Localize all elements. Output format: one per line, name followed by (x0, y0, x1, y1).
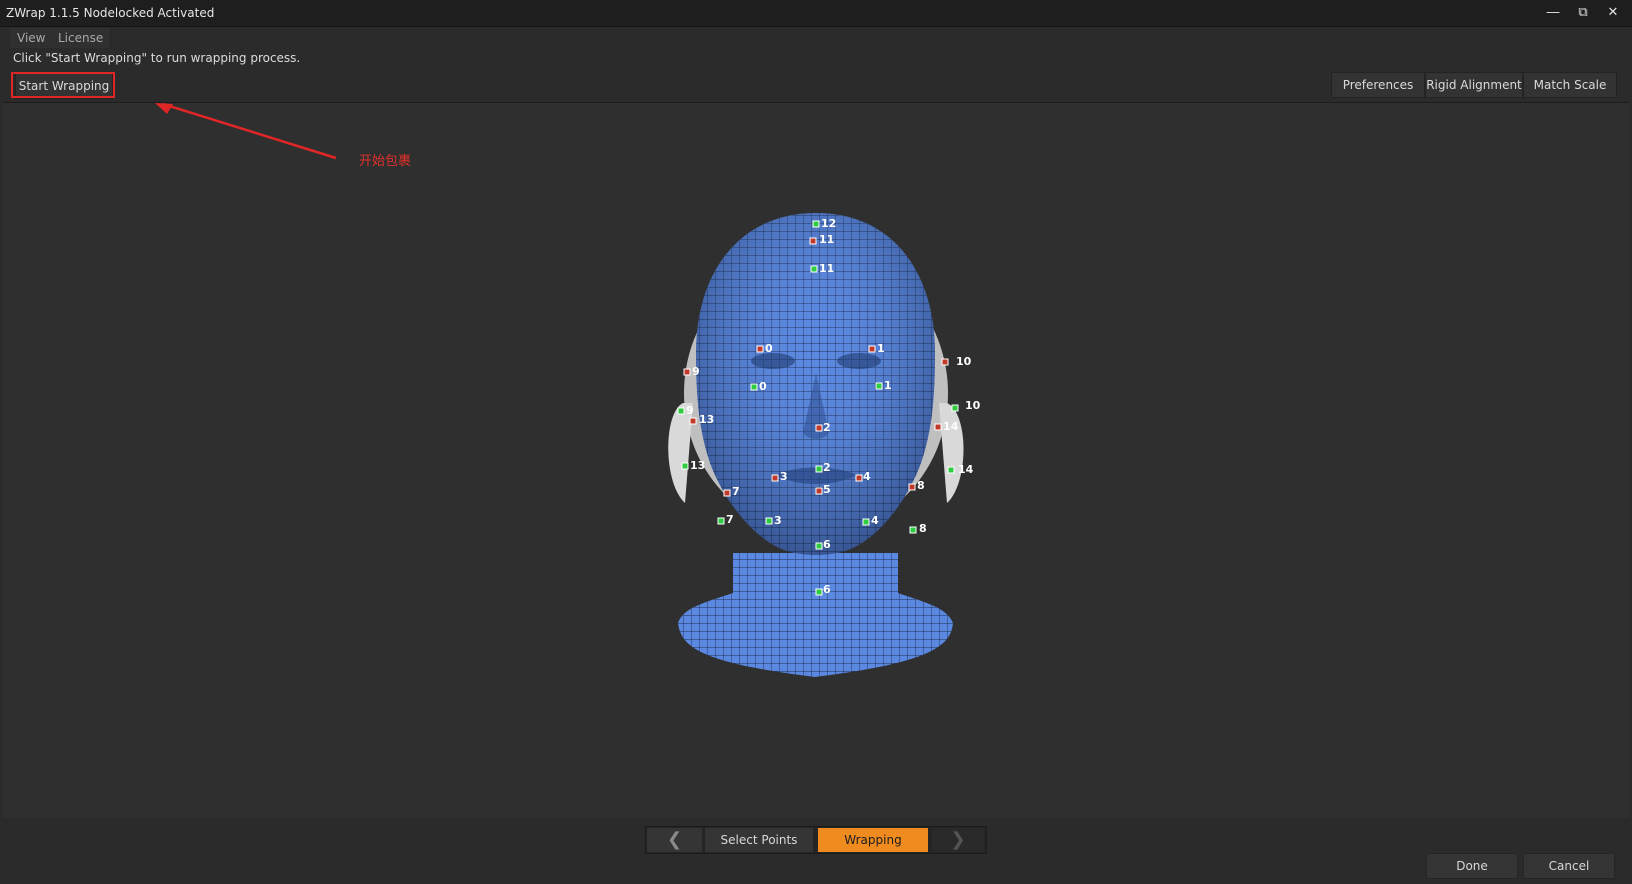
marker-point (723, 489, 731, 497)
marker-label: 13 (690, 459, 705, 472)
marker-point (934, 423, 942, 431)
marker-label: 7 (726, 513, 734, 526)
marker-point (717, 517, 725, 525)
marker-label: 6 (823, 538, 831, 551)
marker-point (750, 383, 758, 391)
marker-label: 14 (958, 463, 974, 476)
marker-label: 5 (823, 483, 831, 496)
marker-label: 12 (821, 217, 836, 230)
marker-point (689, 417, 697, 425)
marker-label: 8 (917, 479, 925, 492)
marker-label: 9 (692, 365, 700, 378)
marker-label: 11 (819, 233, 834, 246)
marker-point (951, 404, 959, 412)
marker-label: 4 (871, 514, 879, 527)
step-wrapping[interactable]: Wrapping (818, 828, 928, 852)
left-eye (751, 353, 795, 369)
marker-point (765, 517, 773, 525)
marker-label: 2 (823, 421, 831, 434)
marker-point (815, 542, 823, 550)
marker-point (683, 368, 691, 376)
marker-point (810, 265, 818, 273)
marker-point (815, 487, 823, 495)
marker-label: 9 (686, 404, 694, 417)
marker-label: 0 (765, 342, 773, 355)
marker-point (677, 407, 685, 415)
3d-viewport[interactable]: 12 11 11 0 1 0 1 9 10 9 10 13 14 2 2 3 4… (3, 102, 1629, 820)
right-eye (837, 353, 881, 369)
marker-point (941, 358, 949, 366)
annotation-arrow (155, 103, 337, 160)
marker-point (756, 345, 764, 353)
step-select-points[interactable]: Select Points (705, 828, 813, 852)
marker-label: 2 (823, 461, 831, 474)
rigid-alignment-button[interactable]: Rigid Alignment (1425, 72, 1523, 98)
chevron-right-icon[interactable]: ❯ (932, 828, 984, 852)
marker-label: 3 (780, 470, 788, 483)
marker-point (855, 474, 863, 482)
marker-point (681, 462, 689, 470)
marker-label: 14 (943, 420, 959, 433)
marker-label: 11 (819, 262, 834, 275)
marker-point (815, 465, 823, 473)
marker-point (815, 424, 823, 432)
title-bar: ZWrap 1.1.5 Nodelocked Activated ― ⧉ ✕ (0, 0, 1632, 27)
marker-label: 1 (884, 379, 892, 392)
marker-point (947, 466, 955, 474)
marker-label: 13 (699, 413, 714, 426)
chevron-left-icon[interactable]: ❮ (647, 828, 702, 852)
minimize-icon[interactable]: ― (1540, 3, 1566, 23)
marker-point (812, 220, 820, 228)
marker-label: 1 (877, 342, 885, 355)
marker-label: 6 (823, 583, 831, 596)
marker-point (875, 382, 883, 390)
menu-view[interactable]: View (10, 28, 54, 48)
marker-point (809, 237, 817, 245)
marker-label: 7 (732, 485, 740, 498)
marker-label: 0 (759, 380, 767, 393)
marker-label: 4 (863, 470, 871, 483)
marker-point (815, 588, 823, 596)
marker-point (868, 345, 876, 353)
marker-label: 10 (965, 399, 981, 412)
cancel-button[interactable]: Cancel (1523, 853, 1615, 879)
marker-label: 3 (774, 514, 782, 527)
match-scale-button[interactable]: Match Scale (1523, 72, 1617, 98)
step-navigator: ❮ Select Points Wrapping ❯ (645, 826, 987, 854)
annotation-label: 开始包裹 (359, 154, 412, 169)
right-ear (939, 403, 964, 503)
left-ear (668, 403, 693, 503)
marker-point (862, 518, 870, 526)
menu-license[interactable]: License (51, 28, 112, 48)
head-model-view: 12 11 11 0 1 0 1 9 10 9 10 13 14 2 2 3 4… (668, 213, 981, 677)
marker-point (909, 526, 917, 534)
preferences-button[interactable]: Preferences (1331, 72, 1425, 98)
marker-point (908, 483, 916, 491)
instruction-text: Click "Start Wrapping" to run wrapping p… (13, 51, 301, 65)
restore-icon[interactable]: ⧉ (1570, 3, 1596, 23)
annotation-highlight-box (11, 72, 115, 98)
window-title: ZWrap 1.1.5 Nodelocked Activated (6, 6, 215, 20)
marker-label: 10 (956, 355, 972, 368)
head-mesh (668, 213, 964, 677)
marker-label: 8 (919, 522, 927, 535)
marker-point (771, 474, 779, 482)
close-icon[interactable]: ✕ (1600, 3, 1626, 23)
done-button[interactable]: Done (1426, 853, 1518, 879)
